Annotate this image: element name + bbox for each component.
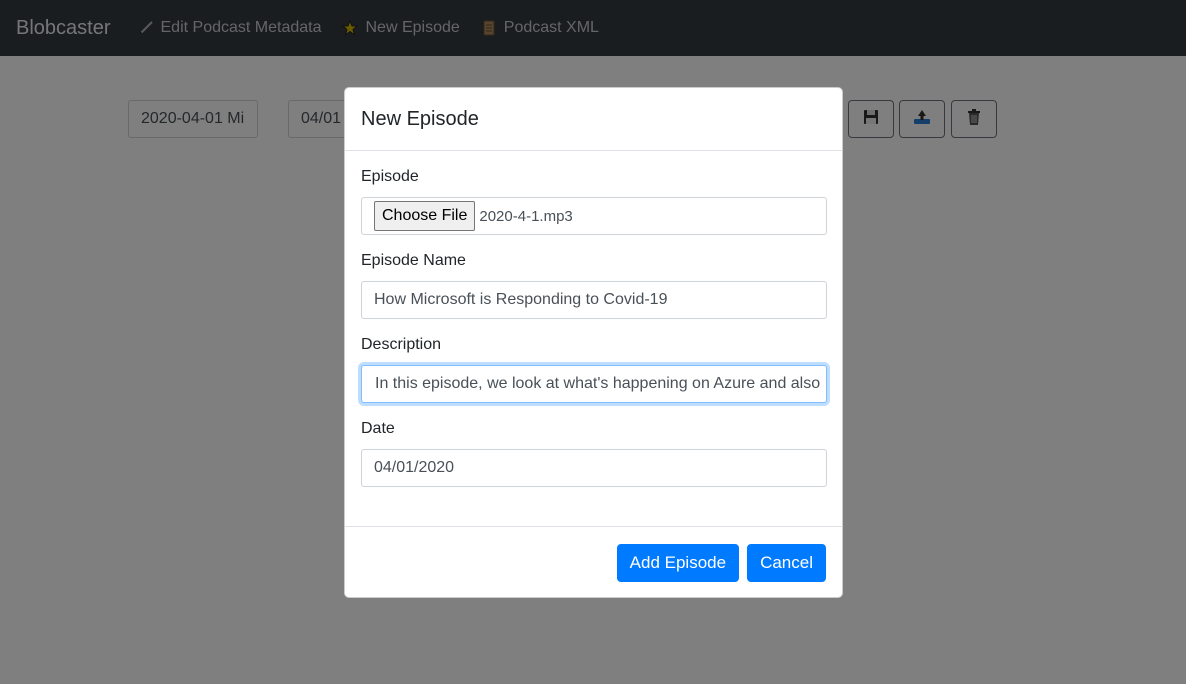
modal-title: New Episode bbox=[361, 107, 479, 130]
episode-file-label: Episode bbox=[361, 168, 419, 185]
choose-file-button[interactable]: Choose File bbox=[374, 201, 476, 231]
date-label: Date bbox=[361, 420, 395, 437]
modal-header: New Episode bbox=[345, 88, 842, 151]
modal-footer: Add Episode Cancel bbox=[345, 526, 842, 598]
episode-file-input[interactable]: Choose File 2020-4-1.mp3 bbox=[361, 197, 827, 235]
selected-file-name: 2020-4-1.mp3 bbox=[479, 207, 573, 225]
add-episode-button[interactable]: Add Episode bbox=[616, 543, 740, 582]
episode-name-label: Episode Name bbox=[361, 252, 466, 269]
description-value: In this episode, we look at what's happe… bbox=[375, 375, 821, 392]
description-group: Description In this episode, we look at … bbox=[361, 335, 827, 403]
description-input[interactable]: In this episode, we look at what's happe… bbox=[361, 365, 827, 403]
date-input[interactable]: 04/01/2020 bbox=[361, 449, 827, 487]
cancel-button[interactable]: Cancel bbox=[747, 543, 826, 582]
episode-name-group: Episode Name How Microsoft is Responding… bbox=[361, 251, 827, 319]
new-episode-modal: New Episode Episode Choose File 2020-4-1… bbox=[344, 87, 843, 598]
episode-file-group: Episode Choose File 2020-4-1.mp3 bbox=[361, 167, 827, 235]
modal-body: Episode Choose File 2020-4-1.mp3 Episode… bbox=[345, 151, 842, 487]
date-group: Date 04/01/2020 bbox=[361, 419, 827, 487]
episode-name-input[interactable]: How Microsoft is Responding to Covid-19 bbox=[361, 281, 827, 319]
description-label: Description bbox=[361, 336, 442, 353]
